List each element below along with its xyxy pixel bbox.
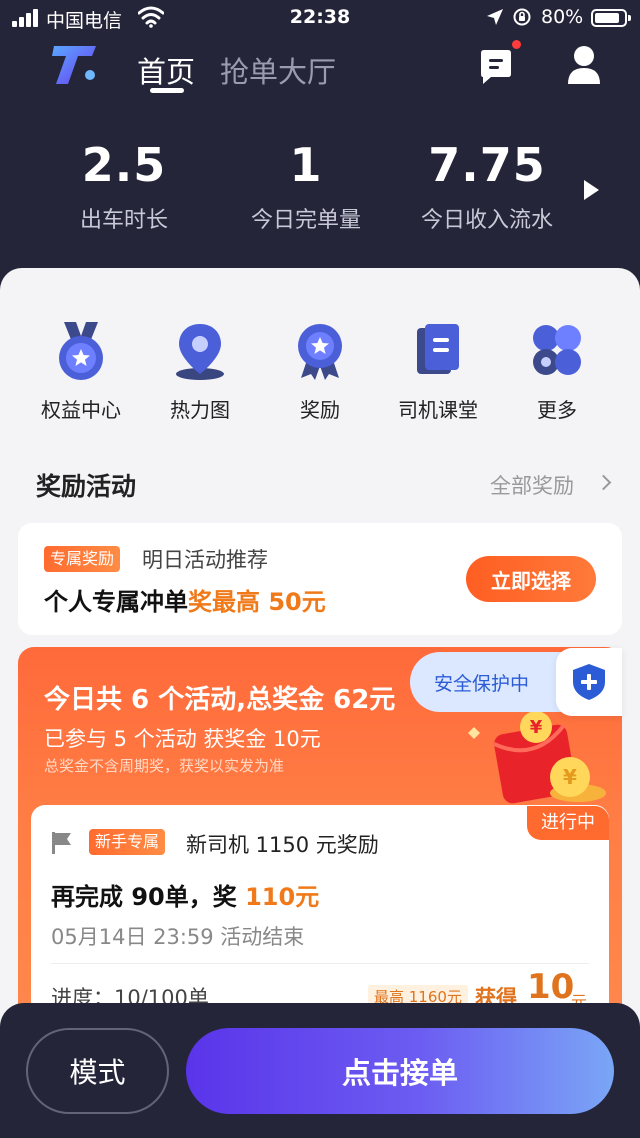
reward-badge-icon xyxy=(298,324,342,380)
exclusive-subtitle: 明日活动推荐 xyxy=(142,548,268,572)
menu-benefits-center[interactable]: 权益中心 xyxy=(21,320,141,423)
safety-label: 安全保护中 xyxy=(434,673,530,695)
exclusive-title-prefix: 个人专属冲单 xyxy=(44,588,188,616)
mode-button[interactable]: 模式 xyxy=(26,1028,169,1114)
newbie-tag: 新手专属 xyxy=(89,829,166,855)
menu-rewards[interactable]: 奖励 xyxy=(260,320,380,423)
stat-label: 出车时长 xyxy=(79,208,168,233)
battery-icon xyxy=(591,9,631,27)
status-bar: 中国电信 22:38 80% xyxy=(0,0,640,36)
stat-label: 今日完单量 xyxy=(250,208,361,233)
menu-more[interactable]: 更多 xyxy=(497,320,617,423)
stat-label: 今日收入流水 xyxy=(420,208,553,233)
menu-label: 司机课堂 xyxy=(398,398,478,422)
stat-value: 7.75 xyxy=(428,138,546,192)
accept-orders-button[interactable]: 点击接单 xyxy=(186,1028,614,1114)
stat-value: 1 xyxy=(289,138,323,192)
stat-value: 2.5 xyxy=(81,138,167,192)
app-logo xyxy=(52,46,96,84)
tab-home[interactable]: 首页 xyxy=(137,49,195,91)
task-goal-amount: 110元 xyxy=(245,883,320,911)
rewards-section-title: 奖励活动 xyxy=(36,472,137,501)
exclusive-tag: 专属奖励 xyxy=(44,546,121,572)
activity-joined: 已参与 5 个活动 获奖金 10元 xyxy=(44,727,321,751)
battery-percent: 80% xyxy=(541,6,584,28)
shield-icon xyxy=(573,664,605,700)
tab-home-indicator xyxy=(150,88,184,93)
menu-label: 权益中心 xyxy=(41,398,121,422)
location-arrow-icon xyxy=(487,9,503,25)
task-deadline: 05月14日 23:59 活动结束 xyxy=(51,925,305,949)
exclusive-title: 个人专属冲单奖最高 50元 xyxy=(44,582,326,617)
activity-title: 今日共 6 个活动,总奖金 62元 xyxy=(44,685,396,715)
status-badge: 进行中 xyxy=(527,806,609,840)
menu-label: 奖励 xyxy=(300,398,340,422)
medal-icon xyxy=(59,322,103,380)
menu-driver-class[interactable]: 司机课堂 xyxy=(378,320,498,423)
exclusive-reward-card[interactable]: 专属奖励 明日活动推荐 个人专属冲单奖最高 50元 立即选择 xyxy=(18,523,622,635)
svg-text:¥: ¥ xyxy=(563,765,577,789)
exclusive-title-highlight: 奖最高 50元 xyxy=(188,588,326,616)
more-grid-icon xyxy=(533,325,581,375)
location-pin-icon xyxy=(176,324,224,380)
message-icon[interactable] xyxy=(477,48,515,86)
divider xyxy=(51,963,589,964)
safety-shield-button[interactable] xyxy=(556,648,622,716)
rotation-lock-icon xyxy=(513,8,531,26)
menu-label: 更多 xyxy=(537,398,577,422)
earned-amount: 10 xyxy=(527,967,575,1007)
stat-orders-today: 1 今日完单量 xyxy=(206,138,406,234)
menu-label: 热力图 xyxy=(170,398,230,422)
stats-more-arrow-icon[interactable] xyxy=(584,180,599,200)
all-rewards-link[interactable]: 全部奖励 xyxy=(490,470,574,500)
task-name: 新司机 1150 元奖励 xyxy=(186,833,379,857)
stat-income-today: 7.75 今日收入流水 xyxy=(387,138,587,234)
svg-text:¥: ¥ xyxy=(530,717,543,738)
select-now-button[interactable]: 立即选择 xyxy=(466,556,596,602)
stat-drive-hours: 2.5 出车时长 xyxy=(24,138,224,234)
profile-icon[interactable] xyxy=(566,44,602,86)
menu-heatmap[interactable]: 热力图 xyxy=(140,320,260,423)
activity-note: 总奖金不含周期奖，获奖以实发为准 xyxy=(44,757,285,775)
book-icon xyxy=(417,324,459,374)
task-goal: 再完成 90单，奖 110元 xyxy=(51,877,319,912)
unread-dot xyxy=(510,38,523,51)
flag-icon xyxy=(52,832,71,854)
task-goal-text: 再完成 90单，奖 xyxy=(51,883,246,911)
tab-grab-hall[interactable]: 抢单大厅 xyxy=(220,49,336,91)
